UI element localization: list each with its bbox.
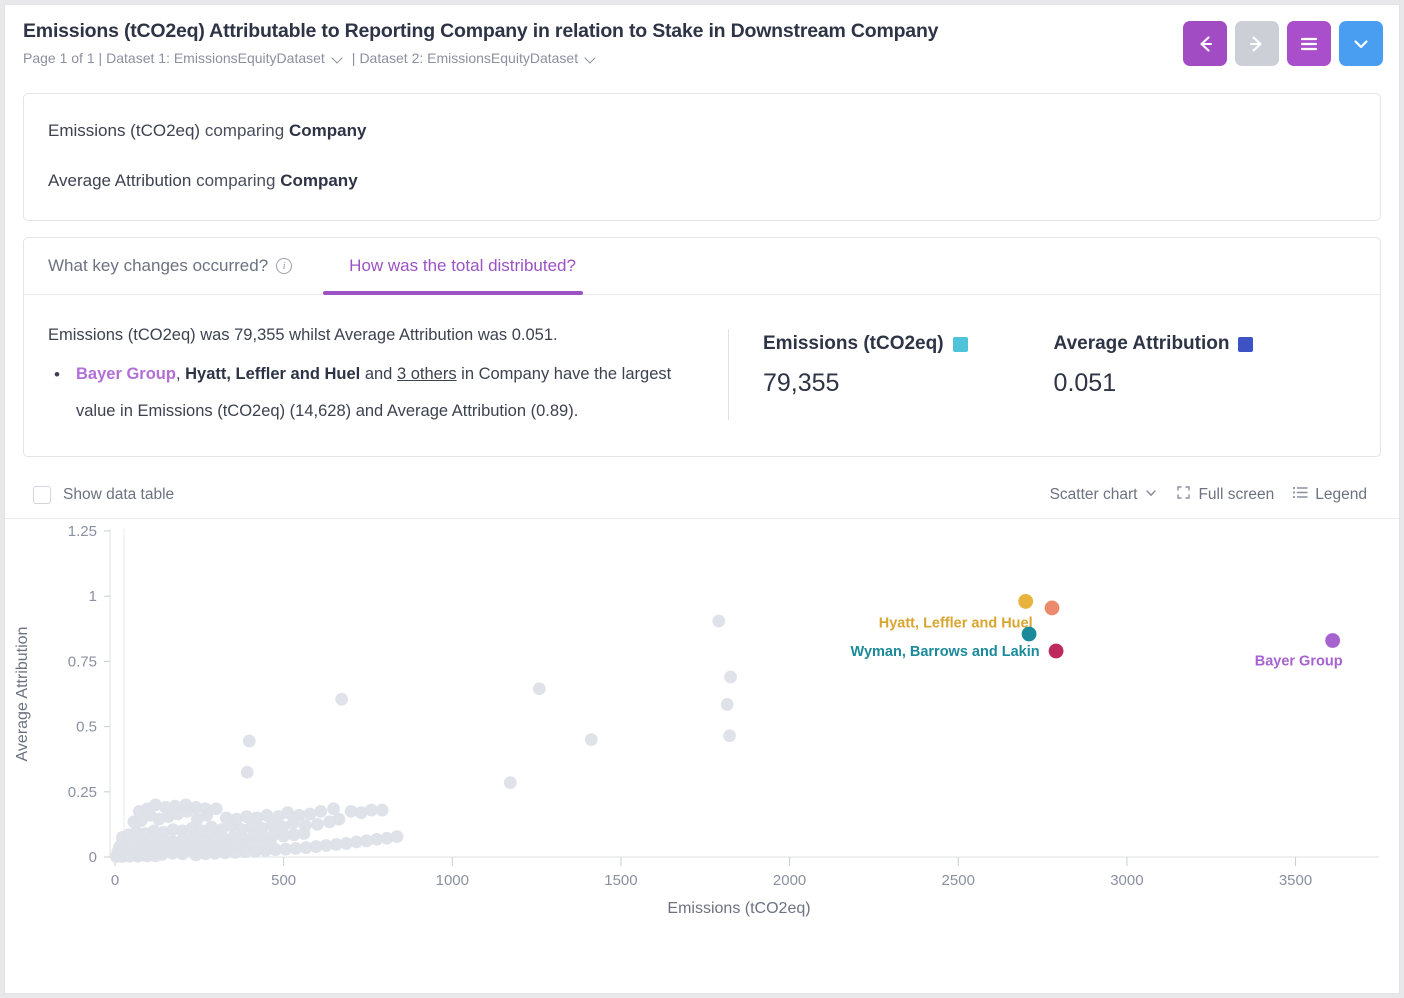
dataset2-label: Dataset 2: EmissionsEquityDataset xyxy=(359,50,579,66)
kpi-attribution-value: 0.051 xyxy=(1053,369,1117,397)
arrow-left-icon xyxy=(1194,33,1216,55)
highlighted-points: Hyatt, Leffler and Huel Wyman, Barrows an… xyxy=(851,594,1343,670)
page-header: Emissions (tCO2eq) Attributable to Repor… xyxy=(5,5,1399,85)
svg-text:3500: 3500 xyxy=(1279,872,1312,889)
svg-text:Average Attribution: Average Attribution xyxy=(14,627,31,762)
full-screen-button[interactable]: Full screen xyxy=(1176,485,1274,505)
kpi-attribution-label: Average Attribution xyxy=(1053,333,1230,354)
insight-text-block: Emissions (tCO2eq) was 79,355 whilst Ave… xyxy=(48,317,728,430)
kpi-emissions-value: 79,355 xyxy=(763,369,840,397)
highlighted-point xyxy=(1044,600,1060,616)
svg-text:Emissions (tCO2eq): Emissions (tCO2eq) xyxy=(667,900,810,917)
tab-key-changes[interactable]: What key changes occurred? i xyxy=(48,238,323,294)
comparison-row: Emissions (tCO2eq) comparing Company xyxy=(48,116,1356,146)
chart-options-group: Scatter chart Full screen Legend xyxy=(1050,485,1379,505)
legend-label: Legend xyxy=(1315,486,1367,503)
svg-text:0: 0 xyxy=(111,872,119,889)
insight-bullet: • Bayer Group, Hyatt, Leffler and Huel a… xyxy=(48,356,710,430)
svg-text:0.75: 0.75 xyxy=(68,653,97,670)
entity-hyatt-leffler-huel: Hyatt, Leffler and Huel xyxy=(185,365,361,383)
forward-button[interactable] xyxy=(1235,21,1279,66)
comparison-card: Emissions (tCO2eq) comparing Company Ave… xyxy=(23,93,1381,221)
entity-bayer-group[interactable]: Bayer Group xyxy=(76,365,176,383)
tab-total-distributed[interactable]: How was the total distributed? xyxy=(323,238,607,295)
chart-type-selector[interactable]: Scatter chart xyxy=(1050,486,1159,505)
kpi-attribution: Average Attribution 0.051 xyxy=(1054,333,1254,398)
breadcrumb-separator: | xyxy=(351,50,356,66)
comparison-dimension: Company xyxy=(280,171,358,190)
highlighted-point xyxy=(1018,594,1034,609)
svg-text:1500: 1500 xyxy=(604,872,637,889)
point-label: Hyatt, Leffler and Huel xyxy=(879,615,1033,631)
others-link[interactable]: 3 others xyxy=(397,365,457,383)
page-title: Emissions (tCO2eq) Attributable to Repor… xyxy=(23,20,939,42)
chart-toolbar: Show data table Scatter chart Full scree… xyxy=(5,469,1399,519)
tab-total-distributed-label: How was the total distributed? xyxy=(349,256,576,275)
insight-bullet-text: Bayer Group, Hyatt, Leffler and Huel and… xyxy=(76,356,710,430)
svg-text:0.5: 0.5 xyxy=(76,719,97,736)
app-window: Emissions (tCO2eq) Attributable to Repor… xyxy=(4,4,1400,994)
scatter-chart-svg[interactable]: 0 0.25 0.5 0.75 1 1.25 Average Attribution 0 500… xyxy=(5,519,1399,944)
kpi-group: Emissions (tCO2eq) 79,355 Average Attrib… xyxy=(729,317,1254,398)
menu-button[interactable] xyxy=(1287,21,1331,66)
svg-text:1.25: 1.25 xyxy=(68,523,97,540)
bullet-sep1: , xyxy=(175,365,186,383)
scatter-points xyxy=(109,614,737,863)
kpi-emissions-color-swatch xyxy=(952,336,968,352)
svg-text:2500: 2500 xyxy=(942,872,975,889)
svg-text:2000: 2000 xyxy=(773,872,806,889)
tab-bar: What key changes occurred? i How was the… xyxy=(24,238,1380,295)
chart-type-chevron-down-icon xyxy=(1144,486,1158,505)
comparison-connector: comparing xyxy=(196,171,276,190)
show-data-table-checkbox[interactable] xyxy=(33,486,51,504)
point-label: Wyman, Barrows and Lakin xyxy=(851,644,1040,660)
dataset1-label: Dataset 1: EmissionsEquityDataset xyxy=(106,50,325,66)
insight-body: Emissions (tCO2eq) was 79,355 whilst Ave… xyxy=(24,295,1380,456)
comparison-connector: comparing xyxy=(204,121,285,140)
tab-key-changes-label: What key changes occurred? xyxy=(48,256,269,275)
full-screen-label: Full screen xyxy=(1198,486,1275,503)
legend-list-icon xyxy=(1292,485,1308,505)
svg-text:1000: 1000 xyxy=(436,872,469,889)
svg-text:500: 500 xyxy=(271,872,296,889)
info-icon[interactable]: i xyxy=(276,258,293,274)
dataset2-chevron-down-icon[interactable] xyxy=(585,52,598,65)
bullet-sep2: and xyxy=(360,365,397,383)
insight-summary: Emissions (tCO2eq) was 79,355 whilst Ave… xyxy=(48,326,558,344)
back-button[interactable] xyxy=(1183,21,1227,66)
kpi-attribution-color-swatch xyxy=(1238,336,1254,352)
comparison-row: Average Attribution comparing Company xyxy=(48,166,1356,196)
kpi-attribution-label-row: Average Attribution xyxy=(1054,333,1254,355)
page-count-label: Page 1 of 1 | xyxy=(23,50,103,66)
legend-button[interactable]: Legend xyxy=(1292,485,1367,505)
kpi-emissions-label: Emissions (tCO2eq) xyxy=(763,333,944,354)
svg-text:1: 1 xyxy=(89,588,97,605)
hamburger-menu-icon xyxy=(1298,33,1320,55)
highlighted-point xyxy=(1325,633,1341,648)
highlighted-point xyxy=(1021,626,1037,642)
expand-button[interactable] xyxy=(1339,21,1383,66)
kpi-emissions: Emissions (tCO2eq) 79,355 xyxy=(763,333,968,398)
svg-text:0.25: 0.25 xyxy=(68,784,97,801)
point-label: Bayer Group xyxy=(1255,654,1343,670)
kpi-emissions-label-row: Emissions (tCO2eq) xyxy=(763,333,968,355)
svg-text:0: 0 xyxy=(89,849,97,866)
highlighted-point xyxy=(1048,643,1064,659)
comparison-dimension: Company xyxy=(288,121,367,140)
comparison-measure: Emissions (tCO2eq) xyxy=(48,121,201,140)
show-data-table-label[interactable]: Show data table xyxy=(63,486,174,504)
chart-type-label: Scatter chart xyxy=(1049,486,1138,503)
arrow-right-icon xyxy=(1246,33,1268,55)
show-data-table-group: Show data table xyxy=(25,486,174,504)
chevron-down-icon xyxy=(1350,33,1372,55)
scatter-chart[interactable]: 0 0.25 0.5 0.75 1 1.25 Average Attribution 0 500… xyxy=(5,519,1399,949)
svg-text:3000: 3000 xyxy=(1110,872,1143,889)
breadcrumb: Page 1 of 1 | Dataset 1: EmissionsEquity… xyxy=(23,50,1381,66)
insight-card: What key changes occurred? i How was the… xyxy=(23,237,1381,457)
dataset1-chevron-down-icon[interactable] xyxy=(332,52,345,65)
comparison-measure: Average Attribution xyxy=(48,171,192,190)
bullet-marker: • xyxy=(54,365,60,384)
full-screen-icon xyxy=(1176,485,1191,505)
header-button-group xyxy=(1183,21,1383,66)
